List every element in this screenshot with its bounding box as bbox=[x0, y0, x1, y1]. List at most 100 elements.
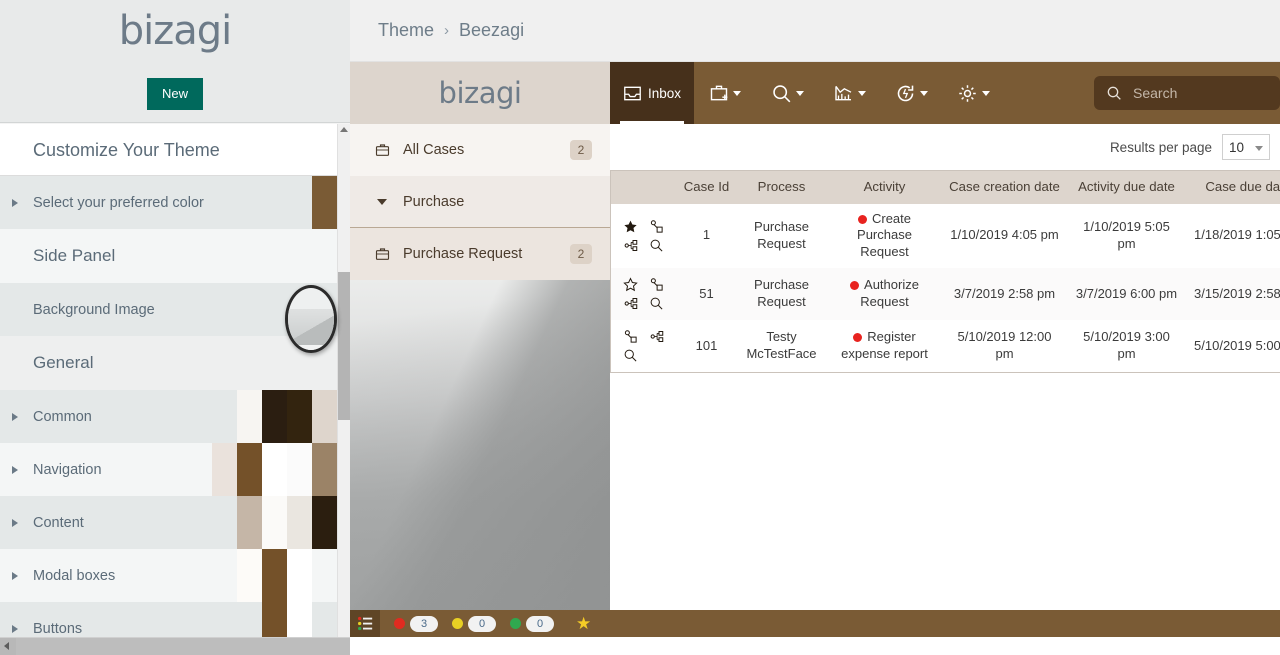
chevron-right-icon bbox=[12, 518, 18, 527]
table-row[interactable]: 51 Purchase Request Authorize Request 3/… bbox=[610, 268, 1280, 321]
nav-item-new-case[interactable] bbox=[694, 62, 756, 124]
color-swatch[interactable] bbox=[262, 390, 287, 443]
nav-item-refresh[interactable] bbox=[880, 62, 942, 124]
editor-row-navigation[interactable]: Navigation bbox=[0, 443, 337, 496]
new-theme-button[interactable]: New bbox=[147, 78, 203, 110]
new-case-icon bbox=[710, 85, 728, 101]
nav-item-settings[interactable] bbox=[942, 62, 1004, 124]
preview-bottom-strip bbox=[350, 637, 1280, 655]
search-icon[interactable] bbox=[623, 348, 638, 363]
nav-item-inbox[interactable]: Inbox bbox=[610, 62, 694, 124]
editor-row-label: Navigation bbox=[33, 461, 102, 478]
cell-case-id: 1 bbox=[702, 227, 711, 243]
color-swatch[interactable] bbox=[312, 496, 337, 549]
search-icon[interactable] bbox=[649, 296, 664, 311]
cell-activity-due-date: 5/10/2019 3:00 pm bbox=[1083, 329, 1170, 362]
chevron-left-icon[interactable] bbox=[4, 642, 9, 650]
editor-row-label: Common bbox=[33, 408, 92, 425]
column-header-activity[interactable]: Activity bbox=[826, 170, 943, 204]
color-swatch[interactable] bbox=[287, 549, 312, 602]
editor-horizontal-scrollbar[interactable] bbox=[0, 637, 350, 655]
color-swatch[interactable] bbox=[262, 496, 287, 549]
editor-header: bizagi New bbox=[0, 0, 350, 123]
table-header-row: Case Id Process Activity Case creation d… bbox=[610, 170, 1280, 204]
editor-row-modal-boxes[interactable]: Modal boxes bbox=[0, 549, 337, 602]
color-swatch-group bbox=[212, 443, 337, 496]
editor-row-select-color[interactable]: Select your preferred color bbox=[0, 176, 337, 229]
star-filled-icon[interactable] bbox=[623, 219, 638, 234]
search-icon[interactable] bbox=[649, 238, 664, 253]
column-header-activity-due-date[interactable]: Activity due date bbox=[1066, 170, 1187, 204]
color-swatch[interactable] bbox=[262, 443, 287, 496]
color-swatch[interactable] bbox=[287, 602, 312, 637]
status-counter-red[interactable]: 3 bbox=[394, 615, 438, 632]
breadcrumb-root[interactable]: Theme bbox=[378, 20, 434, 41]
color-swatch[interactable] bbox=[237, 443, 262, 496]
chevron-up-icon[interactable] bbox=[340, 127, 348, 132]
sidebar-group-purchase[interactable]: Purchase bbox=[350, 176, 610, 228]
app-search-box[interactable] bbox=[1094, 76, 1280, 110]
color-swatch[interactable] bbox=[262, 549, 287, 602]
briefcase-icon bbox=[372, 246, 392, 262]
color-swatch[interactable] bbox=[237, 496, 262, 549]
color-swatch[interactable] bbox=[312, 176, 337, 229]
assign-icon[interactable] bbox=[649, 219, 664, 234]
status-counter-yellow[interactable]: 0 bbox=[452, 615, 496, 632]
scrollbar-thumb[interactable] bbox=[338, 272, 350, 420]
search-icon bbox=[1107, 86, 1121, 100]
color-swatch[interactable] bbox=[237, 390, 262, 443]
nav-item-search[interactable] bbox=[756, 62, 818, 124]
color-swatch[interactable] bbox=[237, 549, 262, 602]
cell-case-id: 101 bbox=[695, 337, 718, 353]
chevron-down-icon[interactable] bbox=[981, 90, 990, 96]
color-swatch[interactable] bbox=[262, 602, 287, 637]
nav-item-analytics[interactable] bbox=[818, 62, 880, 124]
column-header-case-id[interactable]: Case Id bbox=[676, 170, 737, 204]
assign-icon[interactable] bbox=[623, 329, 638, 344]
mountain-thumbnail bbox=[288, 308, 334, 346]
chevron-down-icon[interactable] bbox=[919, 90, 928, 96]
column-header-process[interactable]: Process bbox=[736, 170, 827, 204]
assign-icon[interactable] bbox=[649, 277, 664, 292]
screen-root: bizagi New Customize Your Theme Select y… bbox=[0, 0, 1280, 655]
nav-item-label: Inbox bbox=[647, 85, 682, 101]
caret-down-icon bbox=[372, 198, 392, 205]
cell-activity: Create Purchase Request bbox=[827, 204, 943, 269]
color-swatch[interactable] bbox=[312, 443, 337, 496]
chevron-down-icon[interactable] bbox=[857, 90, 866, 96]
workflow-icon[interactable] bbox=[623, 238, 638, 253]
star-outline-icon[interactable] bbox=[622, 277, 638, 292]
status-counter-green[interactable]: 0 bbox=[510, 615, 554, 632]
workflow-icon[interactable] bbox=[623, 296, 638, 311]
column-header-case-creation-date[interactable]: Case creation date bbox=[942, 170, 1067, 204]
color-swatch[interactable] bbox=[212, 443, 237, 496]
scrollbar-thumb[interactable] bbox=[16, 638, 350, 655]
chevron-down-icon[interactable] bbox=[795, 90, 804, 96]
results-per-page-select[interactable]: 10 bbox=[1222, 134, 1270, 160]
sidebar-item-all-cases[interactable]: All Cases 2 bbox=[350, 124, 610, 176]
search-input[interactable] bbox=[1131, 84, 1251, 102]
search-icon bbox=[772, 84, 790, 102]
editor-row-common[interactable]: Common bbox=[0, 390, 337, 443]
status-dot-icon bbox=[850, 281, 860, 291]
traffic-list-icon[interactable] bbox=[350, 610, 380, 637]
chevron-down-icon[interactable] bbox=[733, 90, 741, 96]
color-swatch-group bbox=[262, 602, 312, 637]
editor-vertical-scrollbar[interactable] bbox=[337, 124, 350, 637]
color-swatch[interactable] bbox=[312, 390, 337, 443]
color-swatch[interactable] bbox=[287, 443, 312, 496]
magnifier-overlay bbox=[285, 285, 337, 353]
editor-row-buttons[interactable]: Buttons bbox=[0, 602, 337, 637]
star-filled-icon[interactable]: ★ bbox=[576, 614, 591, 634]
color-swatch[interactable] bbox=[287, 390, 312, 443]
workflow-icon[interactable] bbox=[649, 329, 664, 344]
color-swatch[interactable] bbox=[287, 496, 312, 549]
table-row[interactable]: 1 Purchase Request Create Purchase Reque… bbox=[610, 203, 1280, 269]
column-header-case-due-date[interactable]: Case due date bbox=[1186, 170, 1280, 204]
sidebar-item-purchase-request[interactable]: Purchase Request 2 bbox=[350, 228, 610, 280]
column-header-icons[interactable] bbox=[610, 170, 677, 204]
editor-section-general: General bbox=[0, 336, 337, 390]
table-row[interactable]: 101 Testy McTestFace Register expense re… bbox=[610, 320, 1280, 373]
editor-row-content[interactable]: Content bbox=[0, 496, 337, 549]
page-title: Customize Your Theme bbox=[0, 124, 337, 176]
